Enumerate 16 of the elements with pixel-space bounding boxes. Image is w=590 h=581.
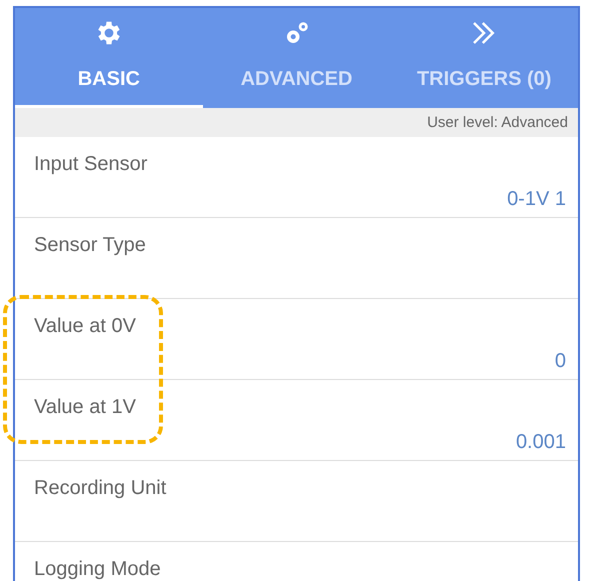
- setting-value: 0: [554, 350, 566, 373]
- setting-label: Recording Unit: [34, 477, 166, 500]
- setting-label: Sensor Type: [34, 234, 146, 257]
- setting-label: Value at 1V: [34, 396, 136, 419]
- setting-row[interactable]: Logging Mode: [15, 542, 578, 581]
- setting-row[interactable]: Recording Unit: [15, 461, 578, 542]
- setting-value: 0-1V 1: [507, 188, 566, 211]
- setting-row[interactable]: Input Sensor 0-1V 1: [15, 137, 578, 218]
- setting-row[interactable]: Value at 1V 0.001: [15, 380, 578, 461]
- setting-label: Input Sensor: [34, 153, 148, 176]
- setting-label: Logging Mode: [34, 558, 161, 581]
- setting-row[interactable]: Value at 0V 0: [15, 299, 578, 380]
- setting-row[interactable]: Sensor Type: [15, 218, 578, 299]
- setting-label: Value at 0V: [34, 315, 136, 338]
- user-level-label: User level: Advanced: [427, 114, 568, 131]
- setting-value: 0.001: [516, 431, 566, 454]
